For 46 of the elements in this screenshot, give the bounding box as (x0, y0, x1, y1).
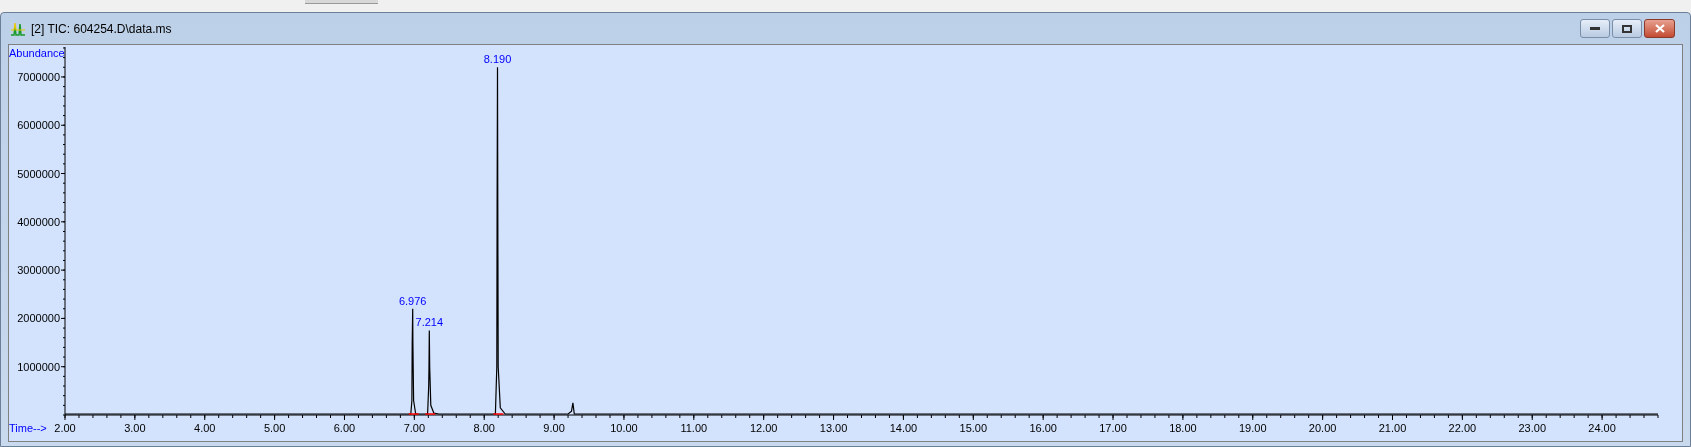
axis-tick-label: 12.00 (749, 422, 778, 434)
axis-tick-label: 2.00 (54, 422, 76, 434)
close-icon (1654, 24, 1665, 33)
axis-tick-label: 10.00 (610, 422, 638, 434)
axis-tick-label: 18.00 (1169, 422, 1197, 434)
axis-tick-label: 22.00 (1448, 422, 1477, 434)
axis-tick-label: 14.00 (889, 422, 918, 434)
axis-tick-label: 20.00 (1308, 422, 1337, 434)
axis-tick-label: 11.00 (680, 422, 708, 434)
minimize-button[interactable] (1580, 19, 1610, 38)
axis-tick-label: 15.00 (959, 422, 988, 434)
axis-tick-label: 4000000 (17, 215, 60, 228)
peak-label: 6.976 (398, 294, 427, 307)
integration-marker (407, 413, 420, 415)
axis-tick-label: 7000000 (17, 70, 60, 83)
axis-tick-label: 3.00 (124, 422, 146, 434)
axis-tick-label: 7.00 (403, 422, 426, 434)
y-axis-label: Abundance (9, 47, 65, 59)
axis-tick-label: 21.00 (1378, 422, 1407, 434)
integration-marker (424, 413, 437, 415)
x-axis-label: Time--> (9, 422, 47, 434)
axis-tick-label: 3000000 (17, 264, 60, 277)
integration-marker (492, 413, 505, 415)
axis-tick-label: 5.00 (263, 422, 286, 434)
axis-tick-label: 17.00 (1099, 422, 1127, 434)
axis-tick-label: 5000000 (17, 167, 60, 180)
axis-tick-label: 13.00 (819, 422, 848, 434)
axis-tick-label: 6000000 (17, 119, 60, 132)
axis-tick-label: 19.00 (1239, 422, 1267, 434)
axis-tick-label: 1000000 (17, 360, 60, 373)
maximize-icon (1622, 24, 1632, 33)
axis-tick-label: 9.00 (543, 422, 565, 434)
close-button[interactable] (1644, 19, 1675, 38)
axis-tick-label: 8.00 (473, 422, 495, 434)
chromatogram-icon (10, 20, 26, 37)
window-title: [2] TIC: 604254.D\data.ms (31, 20, 172, 38)
axis-tick-label: 2000000 (17, 312, 60, 325)
axis-tick-label: 16.00 (1029, 422, 1057, 434)
axis-tick-label: 4.00 (194, 422, 216, 434)
peak-label: 7.214 (415, 316, 444, 329)
axis-tick-label: 6.00 (333, 422, 356, 434)
maximize-button[interactable] (1612, 19, 1642, 38)
axis-tick-label: 24.00 (1588, 422, 1616, 434)
axis-tick-label: 23.00 (1518, 422, 1546, 434)
minimize-icon (1590, 26, 1600, 31)
peak-label: 8.190 (483, 53, 512, 66)
